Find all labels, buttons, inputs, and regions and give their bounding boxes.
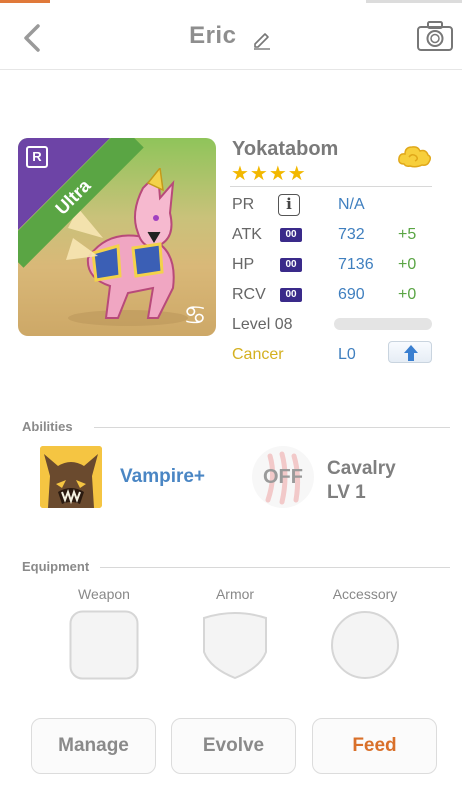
pr-value: N/A [338, 196, 365, 213]
abilities-divider [94, 427, 450, 428]
arrow-up-icon [404, 345, 418, 361]
ability-cavalry-name[interactable]: Cavalry [327, 458, 396, 480]
level-label: Level 08 [232, 316, 293, 333]
ability-cavalry-level: LV 1 [327, 482, 366, 503]
hp-value: 7136 [338, 256, 374, 273]
title-group: Eric [0, 22, 462, 50]
evolve-button[interactable]: Evolve [171, 718, 296, 774]
rarity-badge: R [26, 146, 48, 168]
equipment-divider [100, 567, 450, 568]
ability-off-status: OFF [263, 466, 303, 488]
zodiac-sign-label: Cancer [232, 346, 284, 363]
atk-bonus: +5 [398, 226, 417, 243]
rcv-level-chip: 00 [280, 288, 302, 302]
feed-button[interactable]: Feed [312, 718, 437, 774]
armor-slot-label: Armor [215, 586, 255, 602]
rcv-value: 690 [338, 286, 365, 303]
stats-divider [230, 186, 432, 187]
xp-progress-bar [334, 318, 432, 330]
zodiac-sign-level: L0 [338, 346, 356, 363]
top-bar: Eric [0, 4, 462, 70]
hp-level-chip: 00 [280, 258, 302, 272]
monster-portrait[interactable]: Ultra R ♋ [18, 138, 216, 336]
atk-level-chip: 00 [280, 228, 302, 242]
armor-slot[interactable] [200, 610, 270, 680]
star-rating: ★★★★ [231, 163, 307, 185]
atk-label: ATK [232, 226, 262, 243]
pr-label: PR [232, 196, 255, 213]
camera-icon[interactable] [416, 20, 454, 52]
manage-button[interactable]: Manage [31, 718, 156, 774]
werewolf-icon[interactable] [40, 446, 102, 508]
atk-value: 732 [338, 226, 365, 243]
ability-vampire-name[interactable]: Vampire+ [120, 466, 205, 488]
weapon-slot[interactable] [69, 610, 139, 680]
monster-name: Yokatabom [232, 138, 339, 160]
rcv-bonus: +0 [398, 286, 417, 303]
accessory-slot-label: Accessory [332, 586, 398, 602]
status-bar-left-indicator [0, 0, 50, 3]
cancer-zodiac-icon: ♋ [183, 300, 207, 330]
equipment-section-title: Equipment [22, 559, 90, 574]
abilities-section-title: Abilities [22, 419, 73, 434]
weapon-slot-label: Weapon [78, 586, 130, 602]
status-bar-right-indicator [366, 0, 462, 3]
upgrade-sign-button[interactable] [388, 341, 432, 363]
rcv-label: RCV [232, 286, 266, 303]
accessory-slot[interactable] [330, 610, 400, 680]
page-title: Eric [189, 22, 237, 49]
hp-label: HP [232, 256, 255, 273]
hp-bonus: +0 [398, 256, 417, 273]
cloud-element-icon[interactable] [396, 142, 432, 172]
edit-pencil-icon[interactable] [251, 28, 273, 50]
info-icon[interactable]: i [278, 194, 300, 216]
werewolf-face-icon [40, 446, 102, 508]
